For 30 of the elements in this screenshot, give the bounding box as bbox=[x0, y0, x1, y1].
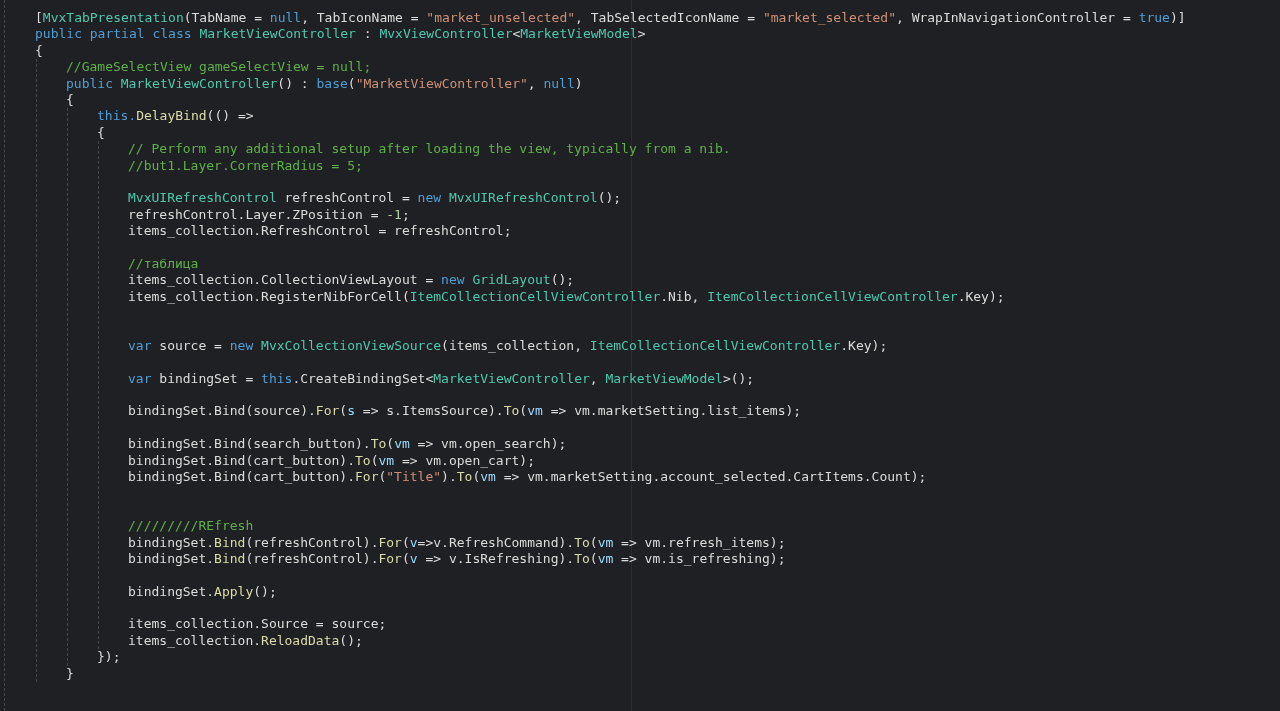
code-line: } bbox=[66, 665, 74, 682]
code-line: items_collection.CollectionViewLayout = new GridLayout(); bbox=[128, 272, 575, 289]
code-line: { bbox=[35, 42, 43, 60]
code-line: { bbox=[97, 124, 105, 142]
code-line: public partial class MarketViewController : MvxViewController<MarketViewModel> bbox=[35, 26, 646, 43]
code-line: bindingSet.Apply(); bbox=[128, 583, 277, 601]
code-line: bindingSet.Bind(source).For(s => s.ItemsSource).To(vm => vm.marketSetting.list_items); bbox=[128, 403, 802, 420]
code-line: bindingSet.Bind(cart_button).To(vm => vm.open_cart); bbox=[128, 452, 535, 469]
code-line: //GameSelectView gameSelectView = null; bbox=[66, 59, 372, 76]
code-line: bindingSet.Bind(refreshControl).For(v => v.IsRefreshing).To(vm => vm.is_refreshing); bbox=[128, 550, 786, 568]
code-line: { bbox=[66, 91, 74, 109]
code-line: items_collection.RefreshControl = refreshControl; bbox=[128, 223, 512, 240]
code-line: //but1.Layer.CornerRadius = 5; bbox=[128, 157, 363, 174]
code-line: this.DelayBind(() => bbox=[97, 108, 254, 125]
code-line: items_collection.ReloadData(); bbox=[128, 632, 363, 650]
code-line: [MvxTabPresentation(TabName = null, TabIconName = "market_unselected", TabSelectedIconName = "market_selected", WrapInNavigationController = true)] bbox=[35, 10, 1186, 27]
code-line: items_collection.RegisterNibForCell(ItemCollectionCellViewController.Nib, ItemCollectionCellViewController.Key); bbox=[128, 288, 1005, 306]
code-line: refreshControl.Layer.ZPosition = -1; bbox=[128, 206, 410, 224]
code-line: bindingSet.Bind(cart_button).For("Title").To(vm => vm.marketSetting.account_selected.CartItems.Count); bbox=[128, 468, 927, 486]
code-line: public MarketViewController() : base("MarketViewController", null) bbox=[66, 75, 583, 92]
code-line: var source = new MvxCollectionViewSource(items_collection, ItemCollectionCellViewController.Key); bbox=[128, 337, 888, 355]
code-line: }); bbox=[97, 649, 121, 666]
code-line: bindingSet.Bind(refreshControl).For(v=>v.RefreshCommand).To(vm => vm.refresh_items); bbox=[128, 534, 786, 551]
code-line: // Perform any additional setup after loading the view, typically from a nib. bbox=[128, 141, 731, 158]
code-line: /////////REfresh bbox=[128, 518, 254, 535]
code-line: var bindingSet = this.CreateBindingSet<MarketViewController, MarketViewModel>(); bbox=[128, 370, 755, 387]
code-line: items_collection.Source = source; bbox=[128, 616, 387, 633]
code-line: bindingSet.Bind(search_button).To(vm => vm.open_search); bbox=[128, 436, 567, 453]
code-line: //таблица bbox=[128, 255, 199, 273]
code-line: MvxUIRefreshControl refreshControl = new MvxUIRefreshControl(); bbox=[128, 190, 622, 207]
